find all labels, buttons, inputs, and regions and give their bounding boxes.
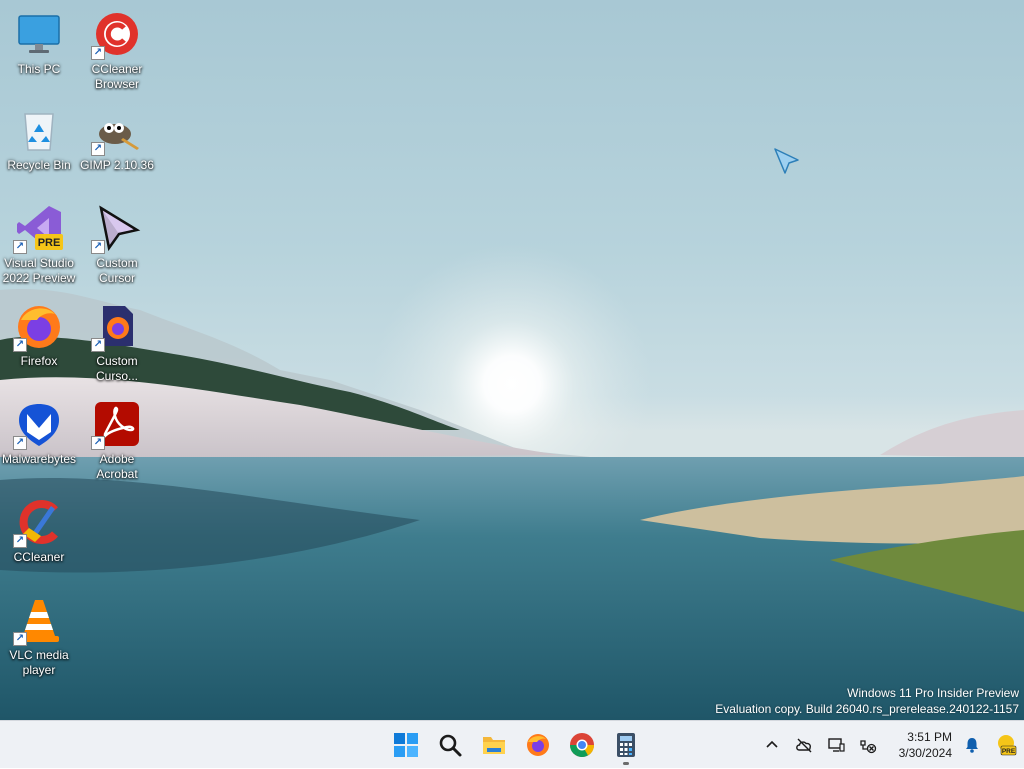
taskbar: 3:51 PM 3/30/2024 PRE bbox=[0, 720, 1024, 768]
desktop-icon-ccleaner-browser[interactable]: ↗ CCleaner Browser bbox=[78, 4, 156, 94]
taskbar-apps bbox=[384, 721, 648, 769]
monitor-icon bbox=[18, 15, 60, 53]
desktop-icon-gimp[interactable]: ↗ GIMP 2.10.36 bbox=[78, 100, 156, 190]
chevron-up-icon bbox=[766, 740, 778, 748]
folder-icon bbox=[483, 737, 505, 754]
svg-text:PRE: PRE bbox=[38, 237, 61, 249]
cloud-offline-icon bbox=[796, 738, 812, 753]
calculator-icon bbox=[617, 733, 635, 757]
windows-start-icon bbox=[394, 733, 418, 757]
firefox-icon bbox=[527, 734, 549, 756]
clock-time: 3:51 PM bbox=[907, 730, 952, 744]
shortcut-arrow-icon: ↗ bbox=[91, 46, 105, 60]
shortcut-arrow-icon: ↗ bbox=[91, 142, 105, 156]
system-tray: 3:51 PM 3/30/2024 PRE bbox=[756, 721, 1024, 769]
desktop-icon-ccleaner[interactable]: ↗ CCleaner bbox=[0, 492, 78, 582]
bell-icon bbox=[966, 738, 978, 753]
chrome-icon bbox=[570, 733, 594, 758]
desktop-icon-visual-studio[interactable]: PRE ↗ Visual Studio 2022 Preview bbox=[0, 198, 78, 288]
mouse-cursor-icon bbox=[774, 148, 799, 174]
shortcut-arrow-icon: ↗ bbox=[91, 240, 105, 254]
clock-button[interactable]: 3:51 PM 3/30/2024 bbox=[884, 725, 956, 765]
desktop-icon-recycle-bin[interactable]: Recycle Bin bbox=[0, 100, 78, 190]
windows-watermark: Windows 11 Pro Insider Preview Evaluatio… bbox=[715, 685, 1019, 717]
notifications-button[interactable] bbox=[956, 725, 988, 765]
desktop-icon-custom-cursor[interactable]: ↗ Custom Cursor bbox=[78, 198, 156, 288]
chrome-taskbar-button[interactable] bbox=[560, 723, 604, 767]
shortcut-arrow-icon: ↗ bbox=[13, 240, 27, 254]
onedrive-tray-button[interactable] bbox=[788, 725, 820, 765]
shortcut-arrow-icon: ↗ bbox=[13, 534, 27, 548]
firefox-taskbar-button[interactable] bbox=[516, 723, 560, 767]
desktop[interactable]: This PC ↗ CCleaner Browser Recycle Bin ↗… bbox=[0, 0, 1024, 720]
search-icon bbox=[439, 734, 462, 757]
desktop-icon-this-pc[interactable]: This PC bbox=[0, 4, 78, 94]
desktop-icon-adobe-acrobat[interactable]: ↗ Adobe Acrobat bbox=[78, 394, 156, 484]
watermark-build: Evaluation copy. Build 26040.rs_prerelea… bbox=[715, 702, 1019, 716]
network-tray-button[interactable] bbox=[852, 725, 884, 765]
clock-date: 3/30/2024 bbox=[898, 746, 952, 760]
shortcut-arrow-icon: ↗ bbox=[13, 338, 27, 352]
recycle-bin-icon bbox=[24, 113, 54, 151]
calculator-taskbar-button[interactable] bbox=[604, 723, 648, 767]
desktop-icon-vlc[interactable]: ↗ VLC media player bbox=[0, 590, 78, 680]
network-disconnected-icon bbox=[860, 740, 877, 754]
show-hidden-icons-button[interactable] bbox=[756, 725, 788, 765]
display-icon bbox=[828, 738, 845, 752]
desktop-icon-grid: This PC ↗ CCleaner Browser Recycle Bin ↗… bbox=[0, 0, 160, 720]
shortcut-arrow-icon: ↗ bbox=[13, 436, 27, 450]
watermark-edition: Windows 11 Pro Insider Preview bbox=[847, 686, 1019, 700]
shortcut-arrow-icon: ↗ bbox=[91, 338, 105, 352]
file-explorer-button[interactable] bbox=[472, 723, 516, 767]
display-tray-button[interactable] bbox=[820, 725, 852, 765]
desktop-icon-custom-cursor-firefox[interactable]: ↗ Custom Curso... bbox=[78, 296, 156, 386]
desktop-icon-malwarebytes[interactable]: ↗ Malwarebytes bbox=[0, 394, 78, 484]
running-indicator bbox=[623, 762, 629, 765]
search-button[interactable] bbox=[428, 723, 472, 767]
desktop-icon-firefox[interactable]: ↗ Firefox bbox=[0, 296, 78, 386]
insider-build-button[interactable]: PRE bbox=[988, 725, 1024, 765]
insider-pre-badge-icon: PRE bbox=[998, 735, 1017, 756]
start-button[interactable] bbox=[384, 723, 428, 767]
svg-text:PRE: PRE bbox=[1002, 748, 1016, 755]
shortcut-arrow-icon: ↗ bbox=[91, 436, 105, 450]
shortcut-arrow-icon: ↗ bbox=[13, 632, 27, 646]
